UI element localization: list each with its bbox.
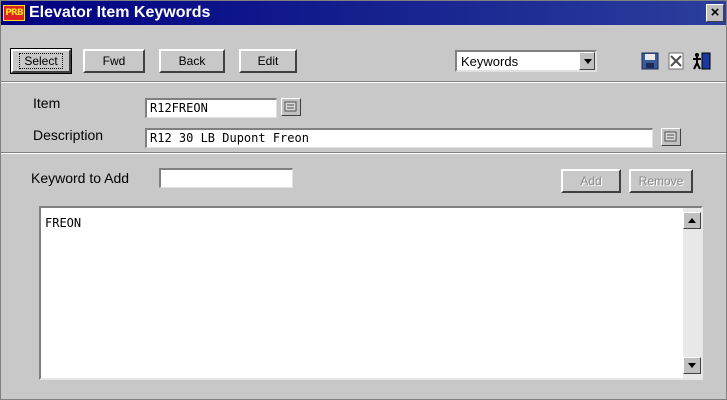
keyword-to-add-label: Keyword to Add xyxy=(31,170,130,186)
scroll-down-button[interactable] xyxy=(683,357,701,374)
back-button-label: Back xyxy=(178,54,206,68)
form-divider xyxy=(1,152,726,154)
add-button[interactable]: Add xyxy=(561,169,621,193)
fwd-button[interactable]: Fwd xyxy=(83,49,145,73)
remove-button[interactable]: Remove xyxy=(629,169,693,193)
keyword-list[interactable]: FREON xyxy=(39,206,703,380)
item-label: Item xyxy=(33,95,61,111)
back-button[interactable]: Back xyxy=(159,49,225,73)
fwd-button-label: Fwd xyxy=(102,54,126,68)
exit-icon[interactable] xyxy=(691,50,713,72)
select-button-label: Select xyxy=(24,54,58,68)
vertical-scrollbar[interactable] xyxy=(683,208,701,378)
lookup-icon xyxy=(284,101,297,112)
app-window: PRB Elevator Item Keywords × Select Fwd … xyxy=(0,0,727,400)
description-label: Description xyxy=(33,127,104,143)
edit-button-label: Edit xyxy=(257,54,279,68)
toolbar-divider xyxy=(1,81,726,83)
item-lookup-button[interactable] xyxy=(281,98,301,116)
app-logo-icon: PRB xyxy=(3,5,25,21)
chevron-down-icon[interactable] xyxy=(579,52,595,70)
lookup-icon xyxy=(664,131,677,142)
remove-button-label: Remove xyxy=(638,174,684,188)
close-window-button[interactable]: × xyxy=(706,4,724,22)
title-bar: PRB Elevator Item Keywords × xyxy=(1,1,726,25)
edit-button[interactable]: Edit xyxy=(239,49,297,73)
view-select[interactable]: Keywords xyxy=(455,50,597,72)
cancel-icon[interactable] xyxy=(665,50,687,72)
window-title: Elevator Item Keywords xyxy=(29,4,211,21)
add-button-label: Add xyxy=(580,174,602,188)
scroll-up-button[interactable] xyxy=(683,212,701,229)
list-item[interactable]: FREON xyxy=(45,216,81,230)
keyword-input[interactable] xyxy=(159,168,293,188)
description-lookup-button[interactable] xyxy=(661,128,681,146)
save-icon[interactable] xyxy=(639,50,661,72)
view-select-value: Keywords xyxy=(461,54,519,69)
select-button[interactable]: Select xyxy=(10,48,72,74)
description-field[interactable]: R12 30 LB Dupont Freon xyxy=(145,128,653,148)
item-field[interactable]: R12FREON xyxy=(145,98,277,118)
